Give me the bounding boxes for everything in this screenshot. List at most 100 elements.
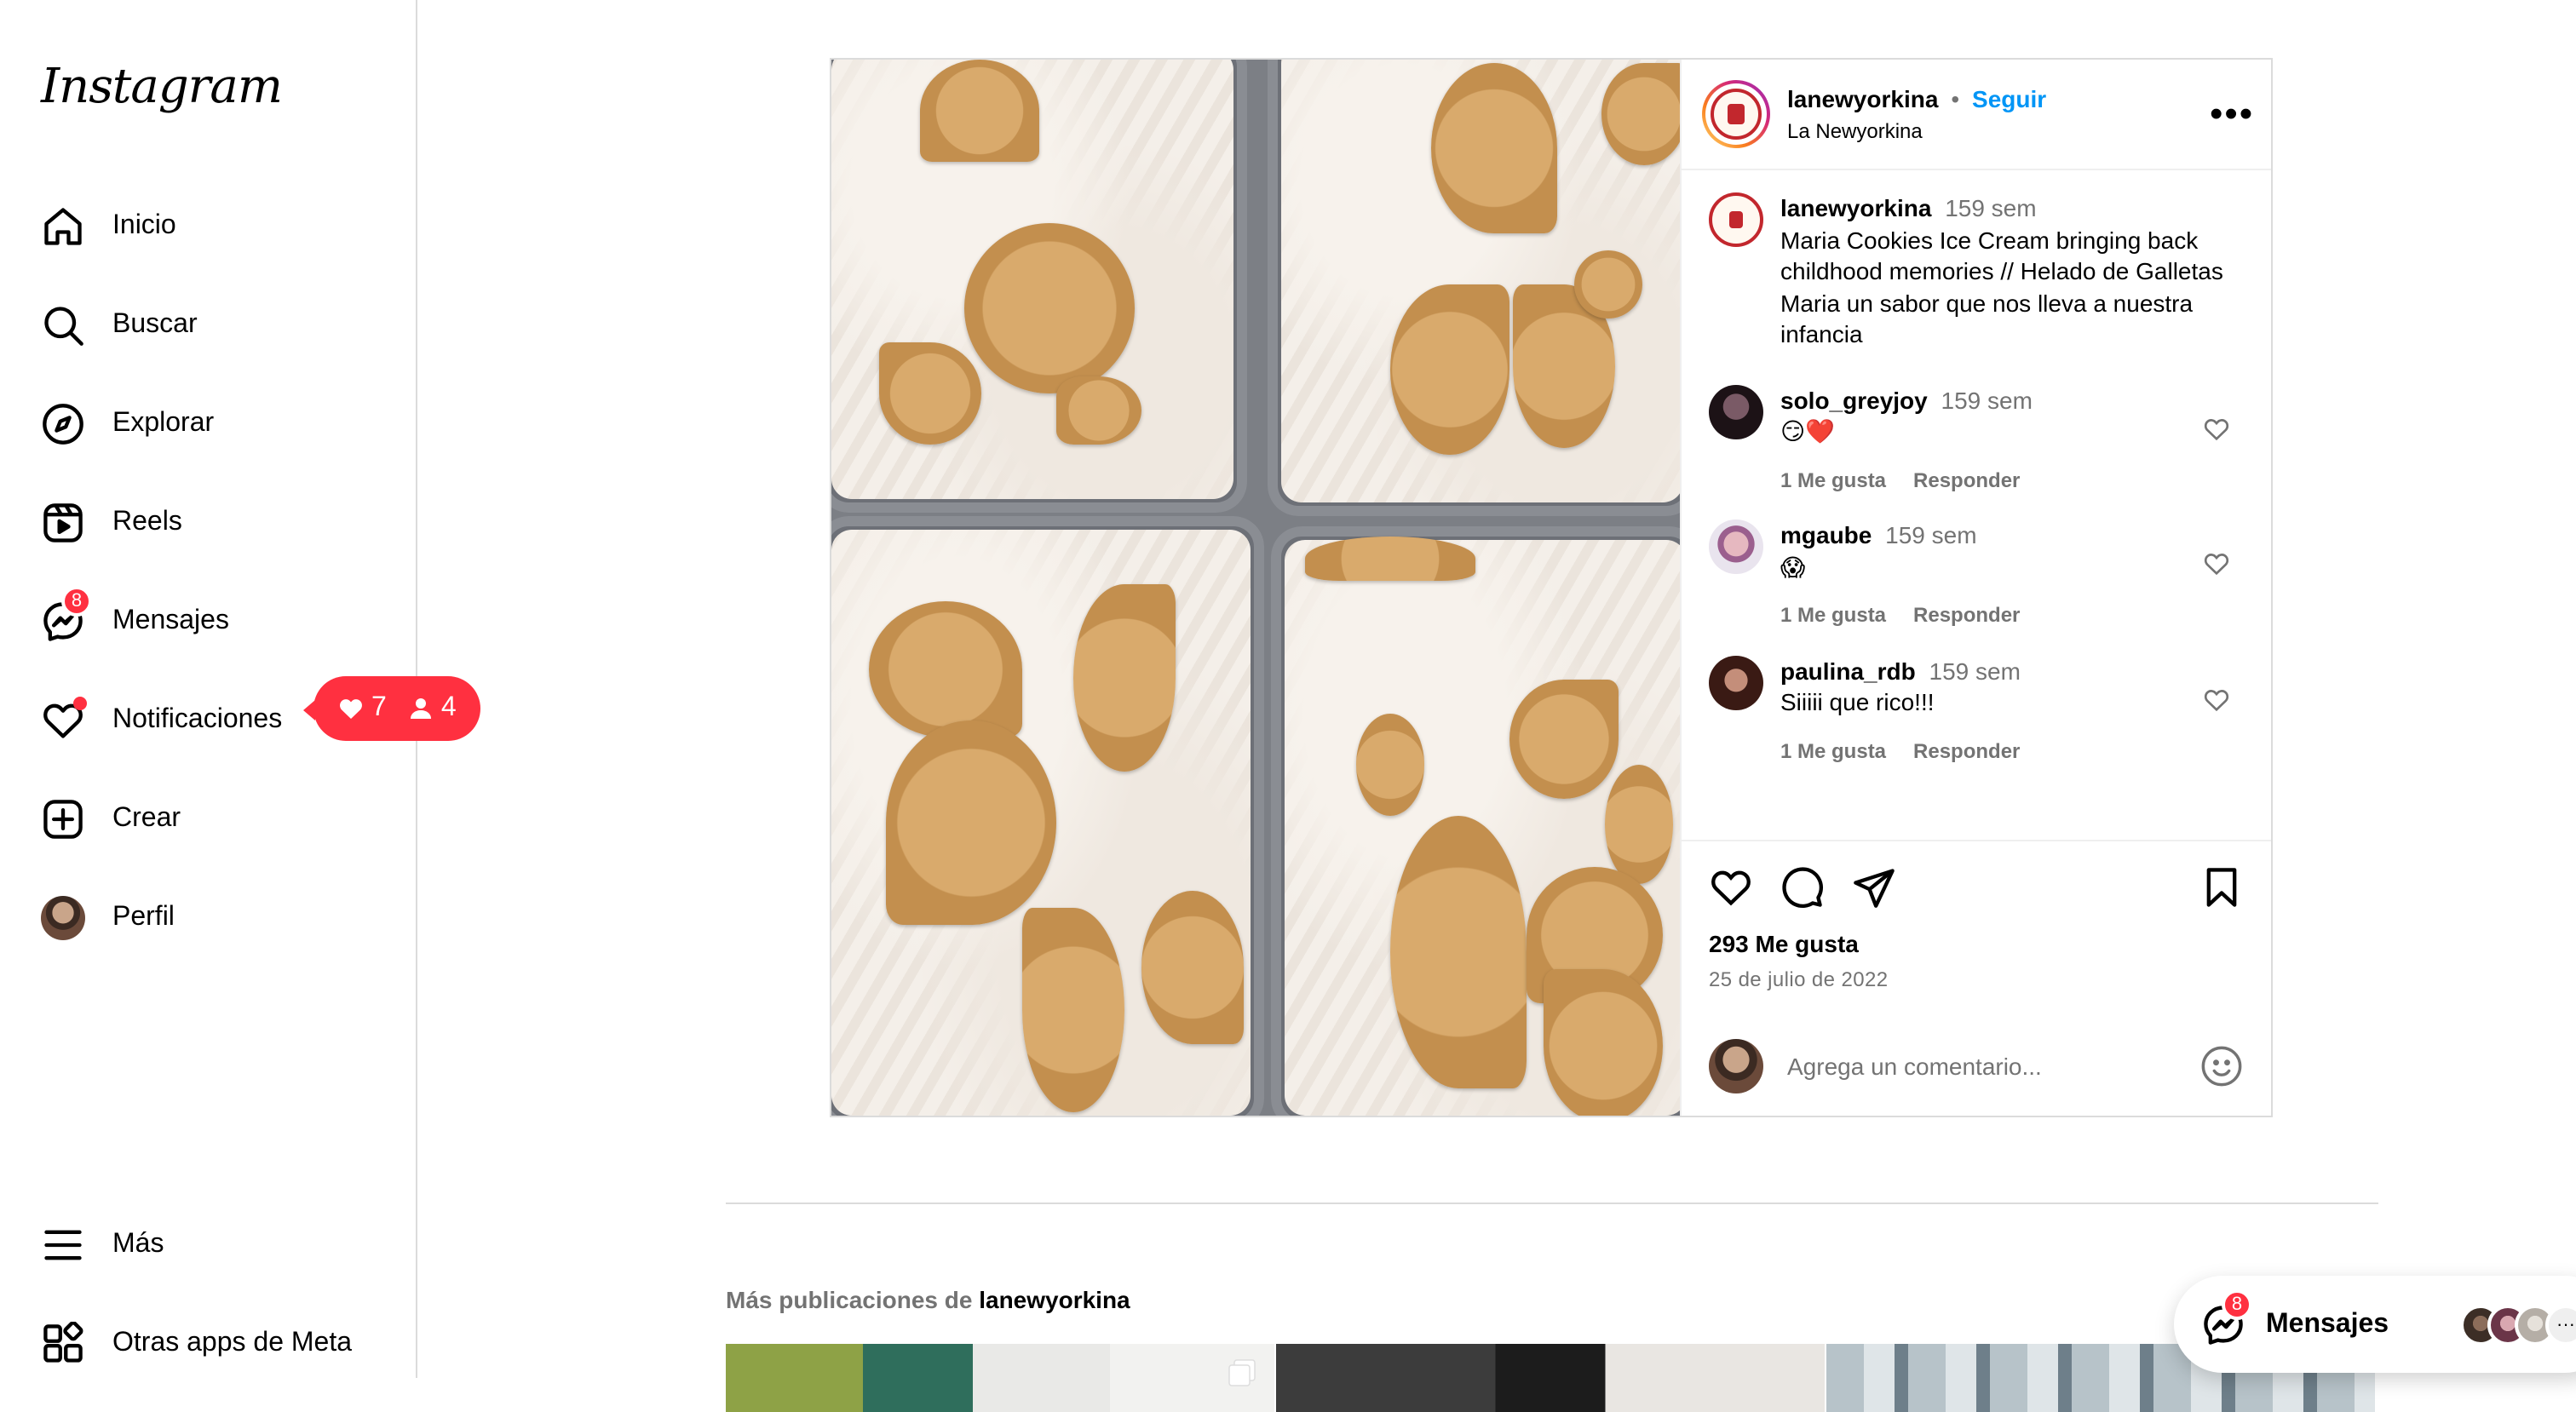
comment-item: mgaube 159 sem 😱 1 Me gusta Responder: [1709, 519, 2244, 631]
comment-item: paulina_rdb 159 sem Siiiii que rico!!! 1…: [1709, 655, 2244, 766]
ice-cream-tub: [1268, 60, 1680, 516]
nav-more-label: Más: [112, 1230, 164, 1259]
comment-time[interactable]: 159 sem: [1929, 657, 2021, 684]
author-display-name: La Newyorkina: [1787, 118, 1923, 142]
search-icon: [41, 303, 85, 347]
more-post-thumbnail[interactable]: [1276, 1344, 1825, 1412]
comment-like-icon[interactable]: [2203, 415, 2230, 442]
heart-icon: [41, 697, 87, 743]
instagram-logo[interactable]: Instagram: [41, 58, 283, 114]
comment-like-icon[interactable]: [2203, 550, 2230, 577]
comment-text: 😱: [1780, 553, 1806, 580]
caption-username[interactable]: lanewyorkina: [1780, 194, 1931, 221]
post-date[interactable]: 25 de julio de 2022: [1709, 967, 2244, 991]
nav-meta-apps[interactable]: Otras apps de Meta: [20, 1303, 397, 1385]
nav-reels-label: Reels: [112, 508, 182, 537]
comment-text: Siiiii que rico!!!: [1780, 688, 1935, 715]
nav-create[interactable]: Crear: [20, 778, 397, 860]
author-username[interactable]: lanewyorkina: [1787, 84, 1938, 112]
nav-search[interactable]: Buscar: [20, 284, 397, 366]
comment-item: solo_greyjoy 159 sem 😏❤️ 1 Me gusta Resp…: [1709, 384, 2244, 496]
nav-profile[interactable]: Perfil: [20, 877, 397, 959]
comment-likes[interactable]: 1 Me gusta: [1780, 600, 1886, 631]
post-card: lanewyorkina • Seguir La Newyorkina ••• …: [830, 58, 2273, 1117]
messages-float-button[interactable]: 8 Mensajes ···: [2174, 1276, 2576, 1373]
messages-float-badge: 8: [2222, 1289, 2252, 1319]
nav-home[interactable]: Inicio: [20, 186, 397, 267]
nav-create-label: Crear: [112, 804, 181, 833]
more-options-button[interactable]: •••: [2210, 95, 2252, 132]
comments-list[interactable]: lanewyorkina 159 sem Maria Cookies Ice C…: [1682, 172, 2271, 840]
comment-text: 😏❤️: [1780, 417, 1836, 445]
comment-time[interactable]: 159 sem: [1885, 521, 1976, 548]
heart-filled-icon: [340, 699, 362, 719]
more-posts-username[interactable]: lanewyorkina: [979, 1286, 1130, 1313]
comment-likes[interactable]: 1 Me gusta: [1780, 735, 1886, 766]
follows-count-value: 4: [440, 693, 457, 722]
nav-profile-label: Perfil: [112, 903, 175, 932]
messenger-icon: 8: [41, 586, 92, 644]
reply-button[interactable]: Responder: [1913, 464, 2020, 496]
recent-contacts: ···: [2460, 1304, 2576, 1345]
likes-count-value: 7: [371, 693, 387, 722]
notifications-popup[interactable]: 7 4: [303, 676, 480, 741]
post-sidebar: lanewyorkina • Seguir La Newyorkina ••• …: [1680, 60, 2271, 1116]
post-header: lanewyorkina • Seguir La Newyorkina •••: [1682, 60, 2271, 170]
comment-icon[interactable]: [1780, 865, 1825, 910]
messages-float-label: Mensajes: [2266, 1309, 2389, 1338]
likes-count: 7: [337, 693, 387, 724]
comment-avatar[interactable]: [1709, 384, 1763, 439]
nav-messages[interactable]: 8 Mensajes: [20, 581, 397, 663]
more-post-thumbnail[interactable]: [726, 1344, 1274, 1412]
reply-button[interactable]: Responder: [1913, 735, 2020, 766]
caption: lanewyorkina 159 sem Maria Cookies Ice C…: [1709, 192, 2244, 350]
section-divider: [726, 1202, 2378, 1204]
more-contacts-icon: ···: [2545, 1304, 2576, 1345]
post-actions: 293 Me gusta 25 de julio de 2022: [1682, 840, 2271, 1119]
follows-count: 4: [407, 693, 457, 724]
comment-avatar[interactable]: [1709, 655, 1763, 709]
comment-avatar[interactable]: [1709, 519, 1763, 574]
ice-cream-tub: [831, 516, 1264, 1116]
reels-icon: [41, 501, 85, 545]
add-comment-bar: [1682, 1013, 2271, 1119]
caption-avatar[interactable]: [1709, 192, 1763, 247]
header-separator: •: [1951, 84, 1960, 112]
bookmark-icon[interactable]: [2199, 865, 2244, 910]
nav-reels[interactable]: Reels: [20, 482, 397, 564]
comment-input[interactable]: [1787, 1053, 2199, 1080]
nav-explore-label: Explorar: [112, 409, 215, 438]
like-icon[interactable]: [1709, 865, 1753, 910]
ice-cream-tub: [1271, 526, 1680, 1116]
nav-search-label: Buscar: [112, 310, 198, 339]
nav-more[interactable]: Más: [20, 1204, 397, 1286]
likes-count[interactable]: 293 Me gusta: [1709, 930, 2244, 957]
nav-home-label: Inicio: [112, 211, 176, 240]
messages-badge: 8: [61, 586, 92, 617]
messenger-icon: 8: [2201, 1289, 2252, 1346]
comment-time[interactable]: 159 sem: [1941, 386, 2033, 413]
nav-explore[interactable]: Explorar: [20, 383, 397, 465]
ice-cream-tub: [831, 60, 1247, 513]
caption-text: Maria Cookies Ice Cream bringing back ch…: [1780, 226, 2223, 347]
share-icon[interactable]: [1852, 865, 1896, 910]
post-image[interactable]: [831, 60, 1680, 1116]
nav-meta-apps-label: Otras apps de Meta: [112, 1329, 353, 1357]
notification-dot: [73, 697, 87, 710]
comment-username[interactable]: paulina_rdb: [1780, 657, 1916, 684]
home-icon: [41, 204, 85, 249]
author-avatar[interactable]: [1702, 80, 1770, 148]
nav-messages-label: Mensajes: [112, 606, 229, 635]
caption-time[interactable]: 159 sem: [1945, 194, 2036, 221]
compass-icon: [41, 402, 85, 446]
more-posts-prefix: Más publicaciones de: [726, 1286, 973, 1313]
follow-button[interactable]: Seguir: [1972, 84, 2046, 112]
nav-notifications-label: Notificaciones: [112, 705, 283, 734]
reply-button[interactable]: Responder: [1913, 600, 2020, 631]
comment-likes[interactable]: 1 Me gusta: [1780, 464, 1886, 496]
emoji-icon[interactable]: [2199, 1044, 2244, 1088]
comment-like-icon[interactable]: [2203, 686, 2230, 713]
comment-username[interactable]: mgaube: [1780, 521, 1872, 548]
more-posts-heading: Más publicaciones de lanewyorkina: [726, 1286, 1130, 1313]
comment-username[interactable]: solo_greyjoy: [1780, 386, 1928, 413]
